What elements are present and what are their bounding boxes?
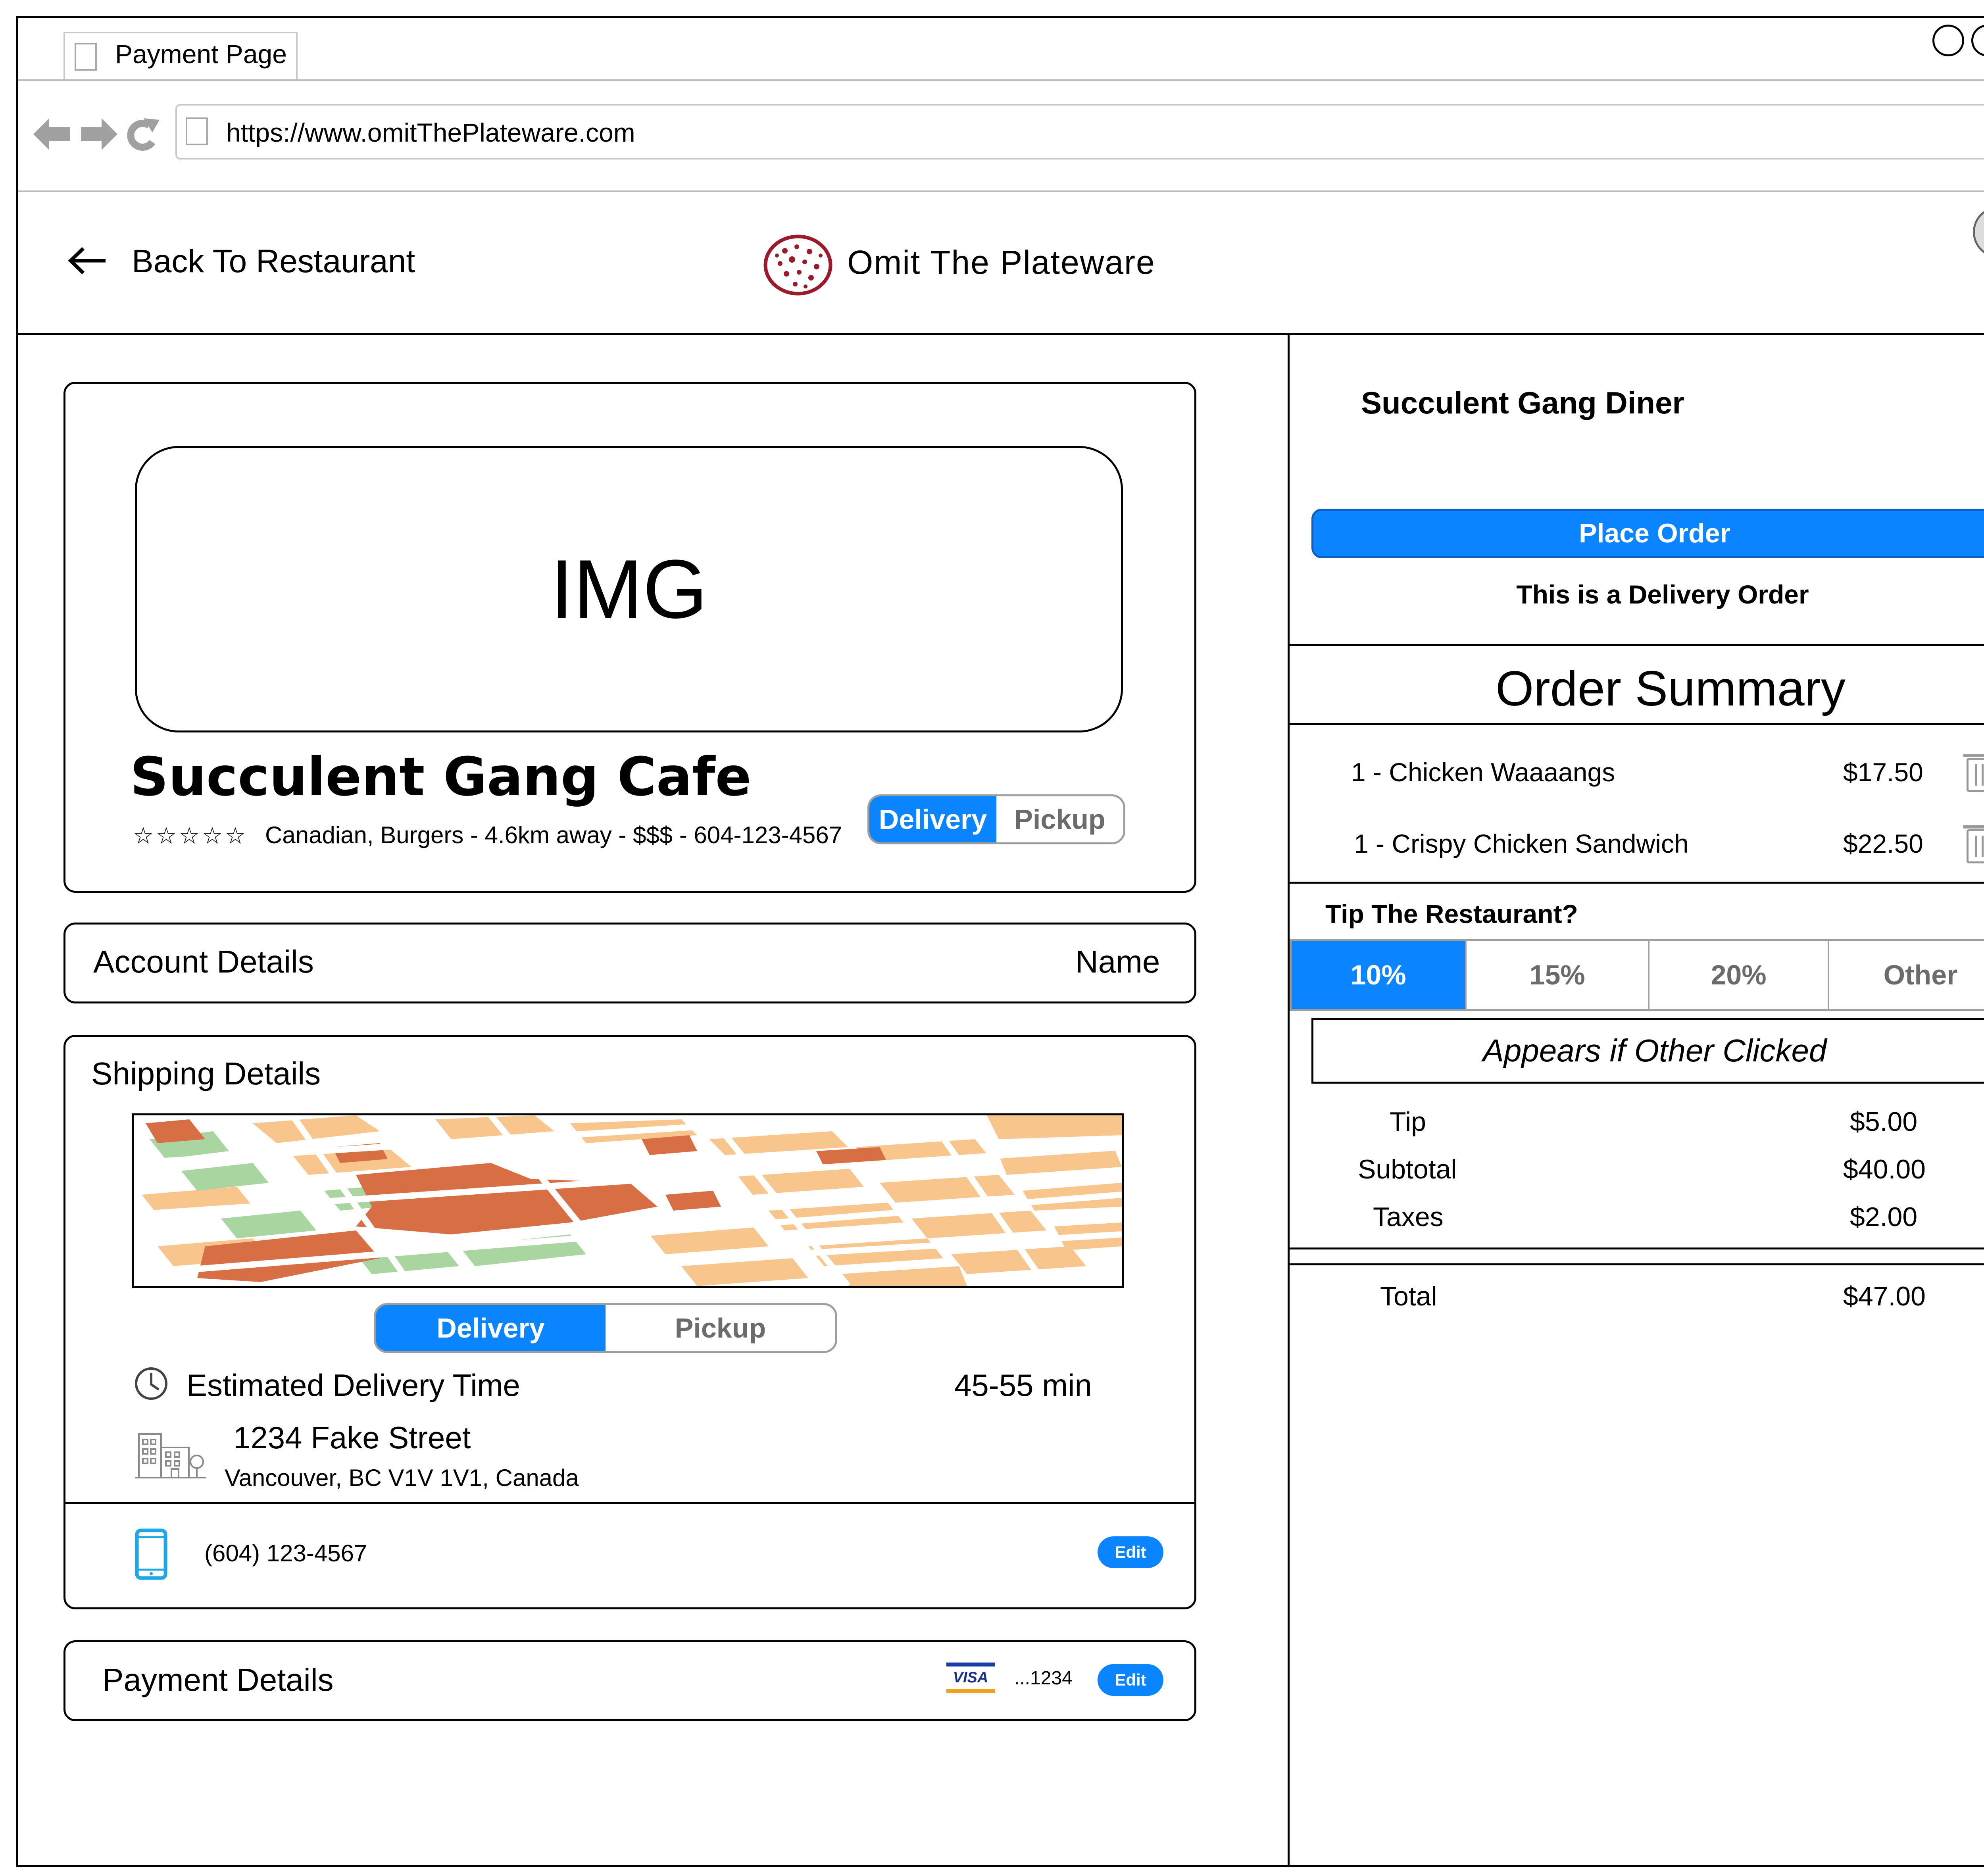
restaurant-name: Succulent Gang Cafe: [130, 746, 752, 808]
visa-label: VISA: [953, 1669, 988, 1686]
summary-title-divider: [1290, 723, 1984, 725]
tip-option-10[interactable]: 10%: [1292, 941, 1467, 1009]
city-address: Vancouver, BC V1V 1V1, Canada: [225, 1465, 579, 1491]
place-order-button[interactable]: Place Order: [1311, 509, 1984, 558]
eta-value: 45-55 min: [954, 1368, 1092, 1403]
tip-option-15[interactable]: 15%: [1467, 941, 1650, 1009]
shipping-mode-toggle: Delivery Pickup: [374, 1303, 837, 1353]
back-arrow-icon[interactable]: [33, 118, 70, 150]
taxes-label: Taxes: [1373, 1202, 1444, 1232]
url-text: https://www.omitThePlateware.com: [226, 118, 635, 147]
payment-details-label: Payment Details: [102, 1662, 334, 1697]
addressbar-divider: [18, 190, 1984, 192]
account-name: Name: [1075, 944, 1160, 979]
clock-icon: [135, 1367, 167, 1400]
back-to-restaurant-link[interactable]: Back To Restaurant: [132, 243, 415, 280]
trash-icon[interactable]: [1963, 824, 1984, 863]
phone-icon: [135, 1528, 167, 1580]
total-value: $47.00: [1843, 1281, 1926, 1311]
building-icon: [135, 1433, 206, 1478]
shipping-edit-button[interactable]: Edit: [1098, 1536, 1163, 1568]
taxes-value: $2.00: [1850, 1202, 1918, 1232]
column-divider: [1288, 335, 1290, 1867]
order-restaurant-name: Succulent Gang Diner: [1361, 385, 1684, 420]
order-item-price: $17.50: [1843, 757, 1923, 787]
reload-icon[interactable]: [127, 118, 160, 151]
eta-label: Estimated Delivery Time: [186, 1368, 520, 1403]
window-minimize-button[interactable]: [1932, 25, 1964, 56]
restaurant-mode-delivery[interactable]: Delivery: [869, 796, 996, 842]
tab-title: Payment Page: [115, 39, 287, 69]
shipping-details-label: Shipping Details: [91, 1056, 321, 1091]
delivery-map[interactable]: [132, 1113, 1124, 1288]
tabbar-divider: [18, 79, 1984, 81]
left-arrow-icon[interactable]: [67, 247, 107, 275]
restaurant-meta: Canadian, Burgers - 4.6km away - $$$ - 6…: [265, 822, 842, 848]
restaurant-image-placeholder: IMG: [135, 446, 1123, 732]
items-divider: [1290, 882, 1984, 884]
total-label: Total: [1380, 1281, 1437, 1311]
page-icon: [186, 117, 208, 145]
tip-label: Tip: [1390, 1107, 1426, 1137]
restaurant-mode-pickup[interactable]: Pickup: [996, 796, 1123, 842]
payment-edit-button[interactable]: Edit: [1098, 1664, 1163, 1696]
subtotal-label: Subtotal: [1358, 1154, 1457, 1184]
brand-name: Omit The Plateware: [847, 244, 1155, 281]
order-item-name: 1 - Crispy Chicken Sandwich: [1354, 829, 1689, 858]
tip-option-other[interactable]: Other: [1829, 941, 1984, 1009]
page-icon: [75, 43, 97, 71]
order-type-note: This is a Delivery Order: [1516, 580, 1809, 609]
trash-icon[interactable]: [1963, 752, 1984, 792]
shipping-divider: [65, 1502, 1194, 1504]
card-last4: ...1234: [1014, 1668, 1073, 1689]
tip-question: Tip The Restaurant?: [1325, 899, 1578, 928]
other-tip-input[interactable]: Appears if Other Clicked: [1311, 1018, 1984, 1084]
tip-selector: 10% 15% 20% Other: [1290, 939, 1984, 1011]
restaurant-mode-toggle: Delivery Pickup: [867, 794, 1125, 844]
order-header-divider: [1290, 644, 1984, 646]
shipping-mode-pickup[interactable]: Pickup: [606, 1305, 835, 1351]
rating-stars: ☆☆☆☆☆: [133, 823, 248, 849]
tip-value: $5.00: [1850, 1107, 1918, 1137]
brand-logo-icon: [763, 234, 832, 296]
subtotal-value: $40.00: [1843, 1154, 1926, 1184]
order-item-name: 1 - Chicken Waaaangs: [1351, 757, 1615, 787]
forward-arrow-icon[interactable]: [81, 118, 117, 150]
phone-number: (604) 123-4567: [204, 1540, 367, 1567]
order-item-price: $22.50: [1843, 829, 1923, 858]
visa-icon: VISA: [946, 1663, 995, 1693]
order-summary-title: Order Summary: [1496, 661, 1846, 716]
shipping-mode-delivery[interactable]: Delivery: [376, 1305, 606, 1351]
totals-divider-top: [1290, 1247, 1984, 1249]
tip-option-20[interactable]: 20%: [1649, 941, 1830, 1009]
totals-divider-bottom: [1290, 1263, 1984, 1265]
account-details-label: Account Details: [93, 944, 314, 979]
browser-nav-controls: [33, 118, 160, 151]
header-divider: [18, 333, 1984, 335]
map-graphic: [134, 1115, 1122, 1286]
street-address: 1234 Fake Street: [233, 1420, 471, 1455]
